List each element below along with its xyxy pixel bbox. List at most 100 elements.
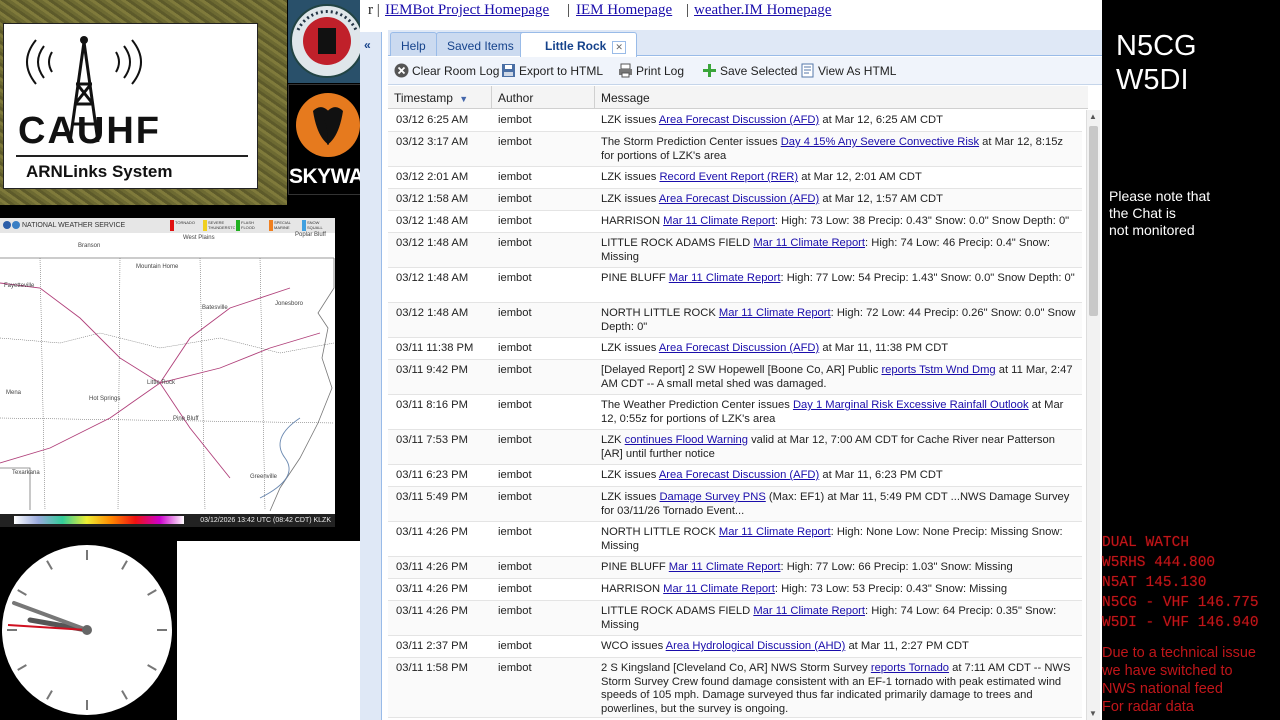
row-timestamp: 03/12 1:48 AM xyxy=(396,272,469,284)
close-tab-icon[interactable]: ✕ xyxy=(612,41,626,54)
message-link[interactable]: Record Event Report (RER) xyxy=(659,171,798,183)
message-link[interactable]: Area Forecast Discussion (AFD) xyxy=(659,469,819,481)
column-message[interactable]: Message xyxy=(595,86,1082,109)
row-message: WCO issues Area Hydrological Discussion … xyxy=(601,640,1079,654)
iembot-homepage-link[interactable]: IEMBot Project Homepage xyxy=(385,2,549,19)
message-text: LZK issues xyxy=(601,491,660,503)
row-author: iembot xyxy=(498,526,532,538)
table-row[interactable]: 03/11 4:26 PM iembot PINE BLUFF Mar 11 Cli… xyxy=(388,557,1082,579)
map-place-label: Mena xyxy=(6,390,22,396)
tab-help[interactable]: Help xyxy=(390,32,437,56)
export-html-button[interactable]: Export to HTML xyxy=(501,63,603,78)
message-link[interactable]: Mar 11 Climate Report xyxy=(669,272,781,284)
frequency-line: W5DI - VHF 146.940 xyxy=(1102,615,1259,631)
row-message: LZK issues Damage Survey PNS (Max: EF1) … xyxy=(601,491,1079,518)
message-link[interactable]: continues Flood Warning xyxy=(625,434,748,446)
save-selected-button[interactable]: Save Selected xyxy=(702,63,797,78)
table-row[interactable]: 03/12 1:48 AM iembot NORTH LITTLE ROCK Mar… xyxy=(388,303,1082,338)
table-row[interactable]: 03/12 1:48 AM iembot PINE BLUFF Mar 11 Cli… xyxy=(388,268,1082,303)
page-icon xyxy=(801,63,814,78)
scroll-up-icon[interactable]: ▲ xyxy=(1089,112,1097,121)
column-author[interactable]: Author xyxy=(492,86,595,109)
message-link[interactable]: reports Tornado xyxy=(871,662,949,674)
blank-panel xyxy=(177,541,382,720)
row-timestamp: 03/11 2:37 PM xyxy=(396,640,468,652)
message-text: NORTH LITTLE ROCK xyxy=(601,526,719,538)
row-message: NORTH LITTLE ROCK Mar 11 Climate Report:… xyxy=(601,526,1079,553)
table-row[interactable]: 03/12 3:17 AM iembot The Storm Prediction … xyxy=(388,132,1082,167)
message-link[interactable]: Mar 11 Climate Report xyxy=(753,605,865,617)
message-link[interactable]: Area Forecast Discussion (AFD) xyxy=(659,114,819,126)
table-row[interactable]: 03/11 1:58 PM iembot 2 S Kingsland [Clevel… xyxy=(388,658,1082,718)
clear-room-log-label: Clear Room Log xyxy=(412,63,500,78)
map-place-label: Branson xyxy=(78,243,101,249)
row-author: iembot xyxy=(498,491,532,503)
scroll-down-icon[interactable]: ▼ xyxy=(1089,709,1097,718)
cauhf-subtitle: ARNLinks System xyxy=(26,162,173,181)
print-log-label: Print Log xyxy=(636,63,685,78)
row-timestamp: 03/12 6:25 AM xyxy=(396,114,469,126)
scroll-thumb[interactable] xyxy=(1089,126,1098,316)
table-row[interactable]: 03/11 4:26 PM iembot NORTH LITTLE ROCK Mar… xyxy=(388,522,1082,557)
table-row[interactable]: 03/12 1:48 AM iembot HARRISON Mar 11 Clima… xyxy=(388,211,1082,233)
sort-desc-icon: ▼ xyxy=(459,94,469,104)
row-message: PINE BLUFF Mar 11 Climate Report: High: … xyxy=(601,272,1079,286)
table-row[interactable]: 03/12 1:48 AM iembot LITTLE ROCK ADAMS FIE… xyxy=(388,233,1082,268)
row-message: HARRISON Mar 11 Climate Report: High: 73… xyxy=(601,215,1079,229)
row-message: The Weather Prediction Center issues Day… xyxy=(601,399,1079,426)
message-text: LZK issues xyxy=(601,171,660,183)
message-text: at Mar 11, 2:27 PM CDT xyxy=(845,640,969,652)
message-link[interactable]: Damage Survey PNS xyxy=(659,491,765,503)
message-link[interactable]: Mar 11 Climate Report xyxy=(719,307,831,319)
message-link[interactable]: Mar 11 Climate Report xyxy=(669,561,781,573)
skywarn-logo: SKYWARN xyxy=(288,84,393,195)
table-row[interactable]: 03/11 5:49 PM iembot LZK issues Damage Sur… xyxy=(388,487,1082,522)
table-row[interactable]: 03/11 11:38 PM iembot LZK issues Area Fore… xyxy=(388,338,1082,360)
message-text: LZK issues xyxy=(601,193,659,205)
message-link[interactable]: Area Forecast Discussion (AFD) xyxy=(659,342,819,354)
message-link[interactable]: Mar 11 Climate Report xyxy=(663,215,775,227)
row-timestamp: 03/11 6:23 PM xyxy=(396,469,468,481)
row-message: LZK issues Area Forecast Discussion (AFD… xyxy=(601,193,1079,207)
message-link[interactable]: Mar 11 Climate Report xyxy=(719,526,831,538)
row-author: iembot xyxy=(498,193,532,205)
homepage-links: r | IEMBot Project Homepage | IEM Homepa… xyxy=(368,2,832,19)
message-link[interactable]: reports Tstm Wnd Dmg xyxy=(881,364,995,376)
message-link[interactable]: Mar 11 Climate Report xyxy=(753,237,865,249)
row-message: NORTH LITTLE ROCK Mar 11 Climate Report:… xyxy=(601,307,1079,334)
message-link[interactable]: Day 1 Marginal Risk Excessive Rainfall O… xyxy=(793,399,1029,411)
table-row[interactable]: 03/11 6:23 PM iembot LZK issues Area Forec… xyxy=(388,465,1082,487)
radar-footer: 03/12/2026 13:42 UTC (08:42 CDT) KLZK xyxy=(0,514,335,527)
message-link[interactable]: Area Forecast Discussion (AFD) xyxy=(659,193,819,205)
table-row[interactable]: 03/11 7:53 PM iembot LZK continues Flood W… xyxy=(388,430,1082,465)
table-row[interactable]: 03/11 4:26 PM iembot LITTLE ROCK ADAMS FIE… xyxy=(388,601,1082,636)
iem-homepage-link[interactable]: IEM Homepage xyxy=(576,2,672,19)
weatherim-homepage-link[interactable]: weather.IM Homepage xyxy=(694,2,831,19)
row-message: LITTLE ROCK ADAMS FIELD Mar 11 Climate R… xyxy=(601,237,1079,264)
tab-saved-items[interactable]: Saved Items xyxy=(436,32,525,56)
map-place-label: Greenville xyxy=(250,474,278,480)
table-row[interactable]: 03/12 1:58 AM iembot LZK issues Area Forec… xyxy=(388,189,1082,211)
table-row[interactable]: 03/12 6:25 AM iembot LZK issues Area Forec… xyxy=(388,110,1082,132)
print-log-button[interactable]: Print Log xyxy=(618,63,684,78)
save-selected-label: Save Selected xyxy=(720,63,798,78)
clear-room-log-button[interactable]: Clear Room Log xyxy=(394,63,499,78)
view-as-html-button[interactable]: View As HTML xyxy=(800,63,896,78)
expand-panel-icon[interactable]: « xyxy=(364,38,371,52)
row-timestamp: 03/11 7:53 PM xyxy=(396,434,468,446)
tab-little-rock[interactable]: Little Rock ✕ xyxy=(520,32,637,57)
table-row[interactable]: 03/11 4:26 PM iembot HARRISON Mar 11 Clima… xyxy=(388,579,1082,601)
table-row[interactable]: 03/11 9:42 PM iembot [Delayed Report] 2 SW… xyxy=(388,360,1082,395)
table-row[interactable]: 03/11 2:37 PM iembot WCO issues Area Hydro… xyxy=(388,636,1082,658)
club-seal-logo xyxy=(288,0,366,83)
message-link[interactable]: Day 4 15% Any Severe Convective Risk xyxy=(781,136,979,148)
message-link[interactable]: Area Hydrological Discussion (AHD) xyxy=(666,640,846,652)
column-timestamp[interactable]: Timestamp ▼ xyxy=(388,86,492,109)
message-link[interactable]: Mar 11 Climate Report xyxy=(663,583,775,595)
table-row[interactable]: 03/12 2:01 AM iembot LZK issues Record Eve… xyxy=(388,167,1082,189)
table-row[interactable]: 03/11 8:16 PM iembot The Weather Predictio… xyxy=(388,395,1082,430)
row-author: iembot xyxy=(498,469,532,481)
log-scrollbar[interactable]: ▲ ▼ xyxy=(1086,110,1100,720)
message-text: : High: 73 Low: 53 Precip: 0.43" Snow: M… xyxy=(774,583,1008,595)
cauhf-logo: CAUHF ARNLinks System xyxy=(3,23,258,189)
